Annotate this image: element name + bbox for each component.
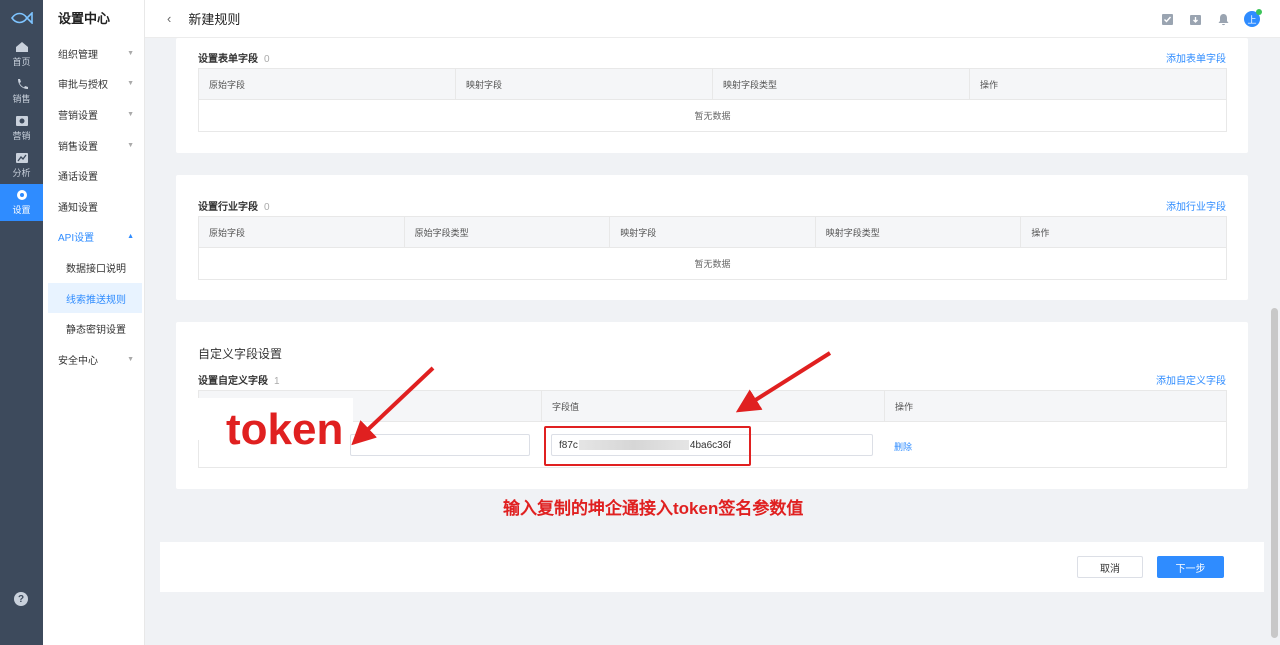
column-header: 映射字段类型 — [816, 217, 1022, 247]
rail-label: 首页 — [12, 57, 31, 67]
download-icon[interactable] — [1188, 12, 1202, 26]
marketing-icon — [15, 116, 28, 126]
field-name-input[interactable] — [350, 434, 530, 456]
menu-item-approval[interactable]: 审批与授权 ▼ — [43, 69, 144, 100]
menu-label: 通话设置 — [58, 172, 98, 184]
column-header: 操作 — [980, 79, 999, 90]
industry-fields-card: 设置行业字段 0 添加行业字段 原始字段 原始字段类型 映射字段 映射字段类型 操… — [176, 175, 1248, 300]
menu-sub-static-key[interactable]: 静态密钥设置 — [43, 313, 144, 344]
menu-sub-lead-push[interactable]: 线索推送规则 — [48, 282, 142, 314]
add-custom-field-link[interactable]: 添加自定义字段 — [1156, 372, 1226, 387]
online-status-dot — [1256, 9, 1262, 15]
menu-item-security[interactable]: 安全中心 ▼ — [43, 344, 144, 375]
industry-fields-heading: 设置行业字段 0 — [198, 198, 270, 213]
form-fields-card: 设置表单字段 0 添加表单字段 原始字段 映射字段 映射字段类型 操作 暂无数据 — [176, 38, 1248, 153]
menu-item-org[interactable]: 组织管理 ▼ — [43, 38, 144, 69]
menu-label: 安全中心 — [58, 355, 98, 367]
avatar-initial: 上 — [1247, 14, 1257, 25]
rail-label: 销售 — [12, 94, 31, 104]
column-header: 字段值 — [542, 391, 885, 421]
empty-state: 暂无数据 — [694, 259, 731, 269]
delete-link[interactable]: 删除 — [894, 440, 912, 453]
menu-item-sales[interactable]: 销售设置 ▼ — [43, 130, 144, 161]
settings-menu: 设置中心 组织管理 ▼ 审批与授权 ▼ 营销设置 ▼ 销售设置 ▼ 通话设置 通知设置 … — [43, 0, 145, 645]
custom-section-title: 自定义字段设置 — [198, 347, 283, 361]
menu-label: 审批与授权 — [58, 80, 108, 92]
section-title: 设置行业字段 — [198, 202, 258, 213]
chevron-up-icon: ▲ — [127, 233, 134, 241]
custom-fields-heading: 设置自定义字段 1 — [198, 372, 280, 387]
menu-sub-api-doc[interactable]: 数据接口说明 — [43, 252, 144, 283]
field-count: 0 — [264, 202, 270, 213]
chevron-down-icon: ▼ — [127, 80, 134, 88]
form-fields-table: 原始字段 映射字段 映射字段类型 操作 暂无数据 — [198, 68, 1227, 132]
add-industry-field-link[interactable]: 添加行业字段 — [1166, 198, 1226, 213]
token-annotation: token — [226, 405, 344, 454]
column-header: 映射字段 — [610, 217, 816, 247]
table-header: 原始字段 映射字段 映射字段类型 操作 — [199, 69, 1226, 100]
gear-icon — [16, 190, 27, 200]
menu-label: 组织管理 — [58, 49, 98, 61]
fish-logo-icon[interactable] — [0, 0, 43, 36]
industry-fields-table: 原始字段 原始字段类型 映射字段 映射字段类型 操作 暂无数据 — [198, 216, 1227, 280]
chart-icon — [15, 153, 28, 163]
column-header: 原始字段 — [199, 217, 405, 247]
home-icon — [15, 42, 28, 52]
page-title: 新建规则 — [188, 12, 241, 27]
chevron-down-icon: ▼ — [127, 355, 134, 363]
avatar[interactable]: 上 — [1244, 9, 1262, 27]
column-header: 操作 — [1031, 227, 1050, 238]
task-icon[interactable] — [1160, 12, 1174, 26]
phone-icon — [17, 79, 28, 89]
top-bar: ‹ 新建规则 上 — [145, 0, 1280, 38]
table-header: 字段值 操作 — [199, 391, 1226, 422]
cancel-button[interactable]: 取消 — [1077, 556, 1143, 578]
chevron-down-icon: ▼ — [127, 110, 134, 118]
rail-item-home[interactable]: 首页 — [0, 36, 43, 73]
rail-item-analysis[interactable]: 分析 — [0, 147, 43, 184]
menu-label: 营销设置 — [58, 110, 98, 122]
section-title: 设置表单字段 — [198, 54, 258, 65]
footer-bar: 取消 下一步 — [160, 542, 1264, 592]
menu-item-marketing[interactable]: 营销设置 ▼ — [43, 99, 144, 130]
rail-label: 分析 — [12, 168, 31, 178]
scrollbar[interactable] — [1271, 308, 1278, 638]
field-count: 0 — [264, 54, 270, 65]
menu-item-call[interactable]: 通话设置 — [43, 160, 144, 191]
chevron-down-icon: ▼ — [127, 49, 134, 57]
menu-label: 通知设置 — [58, 202, 98, 214]
menu-item-notify[interactable]: 通知设置 — [43, 191, 144, 222]
bell-icon[interactable] — [1216, 12, 1230, 26]
section-title: 设置自定义字段 — [198, 376, 268, 387]
chevron-down-icon: ▼ — [127, 141, 134, 149]
menu-label: API设置 — [58, 233, 95, 245]
menu-title: 设置中心 — [58, 11, 111, 26]
next-step-button[interactable]: 下一步 — [1157, 556, 1224, 578]
menu-label: 销售设置 — [58, 141, 98, 153]
rail-item-sales[interactable]: 销售 — [0, 73, 43, 110]
highlight-box — [544, 426, 751, 466]
rail-label: 营销 — [12, 131, 31, 141]
rail-item-settings[interactable]: 设置 — [0, 184, 43, 221]
column-header: 映射字段类型 — [713, 69, 970, 99]
help-icon[interactable]: ? — [14, 592, 28, 606]
empty-state: 暂无数据 — [694, 111, 731, 121]
rail-label: 设置 — [12, 205, 31, 215]
field-count: 1 — [274, 376, 280, 387]
form-fields-heading: 设置表单字段 0 — [198, 50, 270, 65]
column-header: 操作 — [895, 401, 914, 412]
nav-rail: 首页 销售 营销 分析 设置 ? — [0, 0, 43, 645]
back-icon[interactable]: ‹ — [167, 11, 171, 26]
instruction-annotation: 输入复制的坤企通接入token签名参数值 — [503, 499, 804, 518]
menu-item-api[interactable]: API设置 ▲ — [43, 222, 144, 253]
column-header: 原始字段类型 — [405, 217, 611, 247]
rail-item-marketing[interactable]: 营销 — [0, 110, 43, 147]
column-header: 原始字段 — [199, 69, 456, 99]
table-header: 原始字段 原始字段类型 映射字段 映射字段类型 操作 — [199, 217, 1226, 248]
add-form-field-link[interactable]: 添加表单字段 — [1166, 50, 1226, 65]
column-header: 映射字段 — [456, 69, 713, 99]
